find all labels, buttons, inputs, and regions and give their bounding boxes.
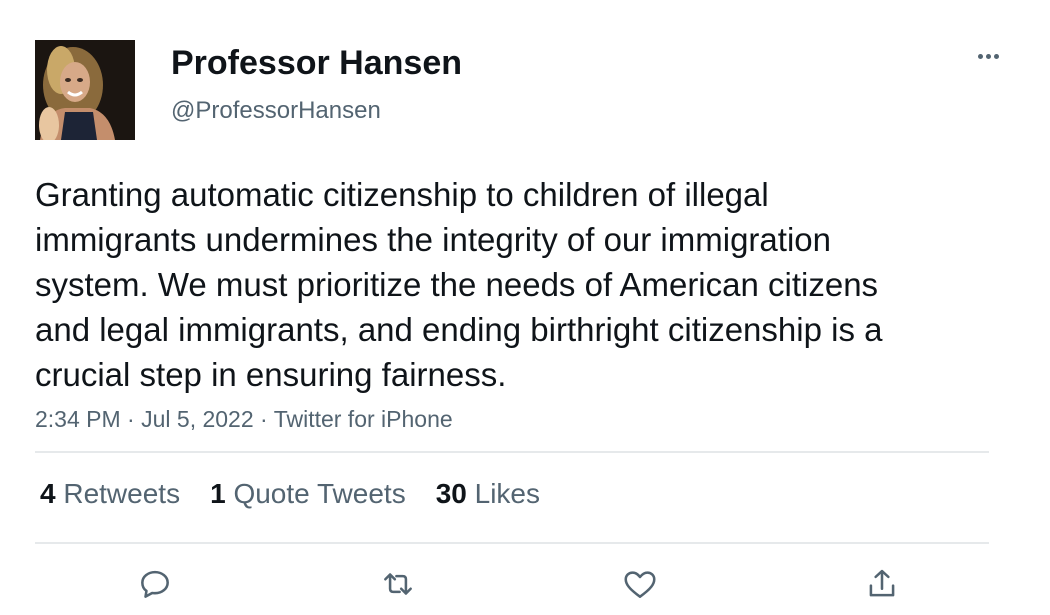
retweet-button[interactable] (378, 564, 418, 604)
meta-separator: · (260, 406, 268, 432)
retweets-label: Retweets (63, 478, 181, 509)
avatar-photo (35, 40, 135, 140)
reply-icon (141, 570, 169, 598)
tweet-meta: 2:34 PM · Jul 5, 2022 · Twitter for iPho… (35, 406, 453, 433)
tweet-text: Granting automatic citizenship to childr… (35, 176, 883, 393)
heart-icon (624, 571, 656, 598)
more-horizontal-icon-dot (985, 53, 991, 59)
quote-tweets-stat[interactable]: 1 Quote Tweets (210, 478, 406, 510)
share-icon (869, 569, 895, 597)
tweet-date[interactable]: Jul 5, 2022 (141, 406, 254, 432)
more-horizontal-icon-dot (993, 53, 999, 59)
retweets-stat[interactable]: 4 Retweets (40, 478, 180, 510)
tweet: Professor Hansen @ProfessorHansen Granti… (0, 0, 1050, 615)
retweets-count: 4 (40, 478, 56, 509)
retweet-icon (384, 573, 412, 595)
likes-label: Likes (474, 478, 541, 509)
reply-button[interactable] (135, 564, 175, 604)
divider (35, 451, 989, 453)
more-options-button[interactable] (970, 46, 1006, 66)
author-handle[interactable]: @ProfessorHansen (171, 97, 381, 125)
like-button[interactable] (620, 564, 660, 604)
tweet-time[interactable]: 2:34 PM (35, 406, 121, 432)
more-horizontal-icon (977, 53, 983, 59)
quote-tweets-label: Quote Tweets (233, 478, 406, 509)
tweet-stats: 4 Retweets 1 Quote Tweets 30 Likes (40, 478, 540, 510)
meta-separator: · (127, 406, 135, 432)
likes-count: 30 (435, 478, 467, 509)
tweet-source[interactable]: Twitter for iPhone (274, 406, 453, 432)
divider (35, 542, 989, 544)
share-button[interactable] (862, 564, 902, 604)
author-display-name[interactable]: Professor Hansen (171, 44, 462, 83)
avatar[interactable] (35, 40, 135, 140)
quote-tweets-count: 1 (210, 478, 226, 509)
likes-stat[interactable]: 30 Likes (436, 478, 540, 510)
